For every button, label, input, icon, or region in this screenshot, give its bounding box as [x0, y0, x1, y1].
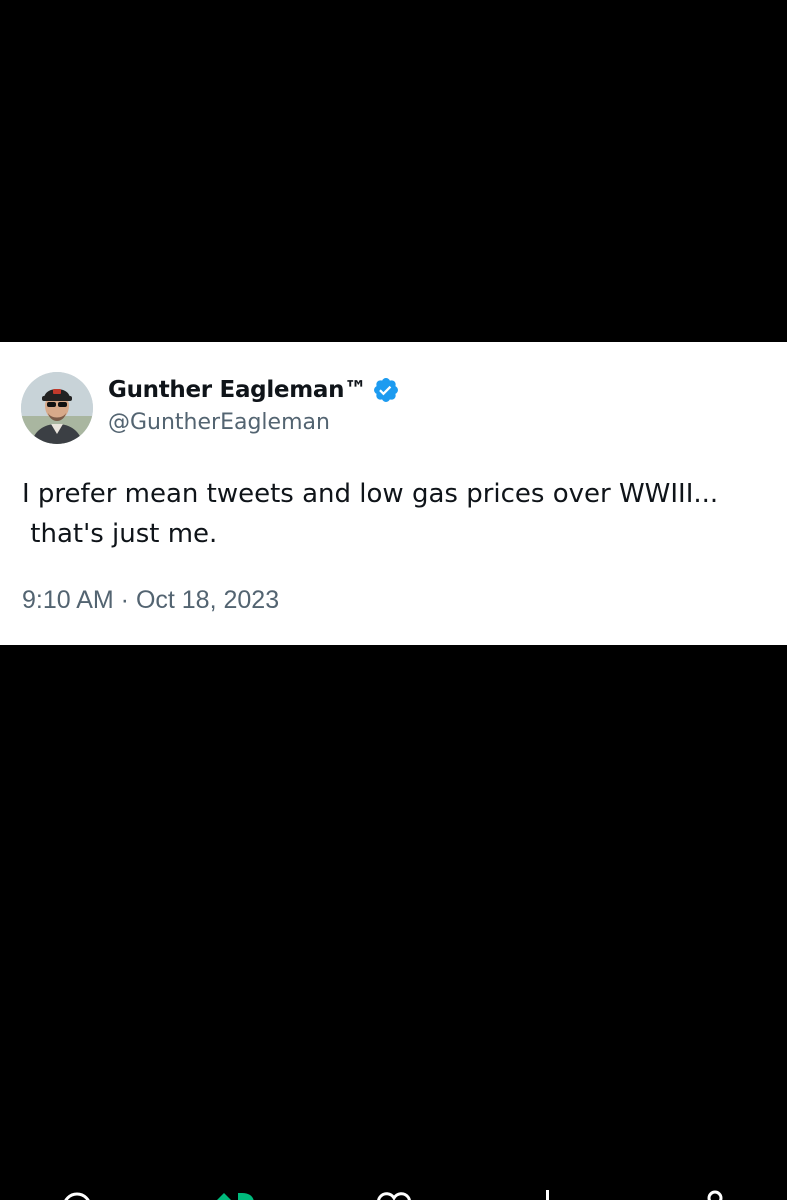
heart-icon[interactable]	[372, 1190, 416, 1200]
author-row: Gunther Eagleman™	[108, 372, 400, 408]
avatar[interactable]	[21, 372, 93, 444]
verified-badge-icon[interactable]	[372, 376, 400, 404]
bottom-nav-bar	[0, 1182, 787, 1200]
grok-icon[interactable]	[212, 1191, 258, 1200]
display-name[interactable]: Gunther Eagleman™	[108, 377, 367, 403]
tweet-timestamp[interactable]: 9:10 AM · Oct 18, 2023	[22, 586, 279, 615]
search-icon[interactable]	[58, 1190, 100, 1200]
user-handle[interactable]: @GuntherEagleman	[108, 410, 330, 435]
tweet-card[interactable]: Gunther Eagleman™ @GuntherEagleman I pre…	[0, 342, 787, 645]
profile-icon[interactable]	[700, 1189, 730, 1200]
tweet-text: I prefer mean tweets and low gas prices …	[22, 479, 719, 549]
download-icon[interactable]	[538, 1190, 558, 1200]
